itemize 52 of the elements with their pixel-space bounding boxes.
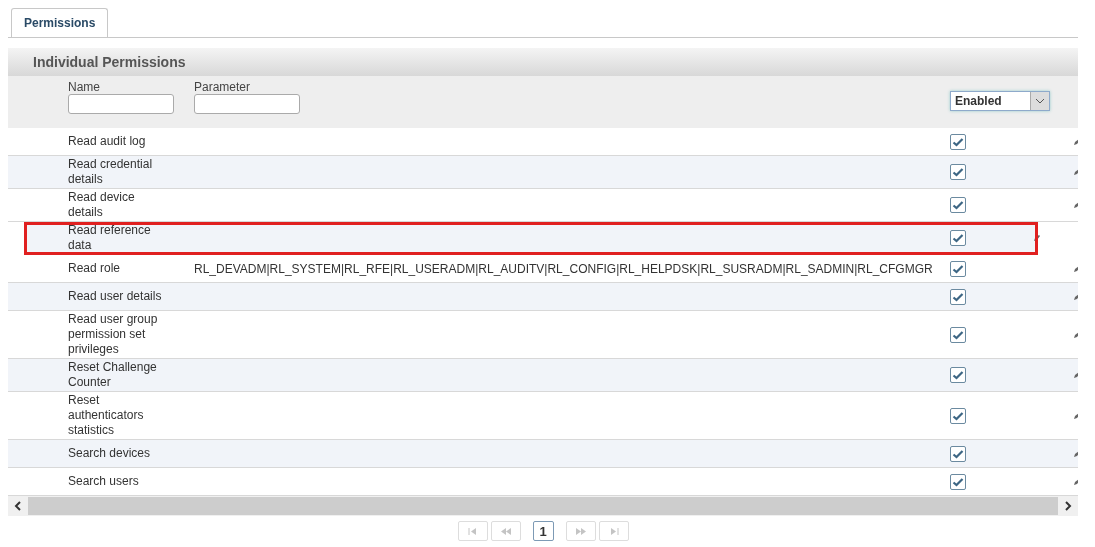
enabled-checkbox[interactable] xyxy=(950,197,966,213)
enabled-checkbox[interactable] xyxy=(950,260,966,277)
next-page-icon xyxy=(574,527,587,535)
name-filter-field[interactable] xyxy=(68,94,174,114)
permission-name: Read credential details xyxy=(68,156,154,188)
panel-title: Individual Permissions xyxy=(33,54,186,70)
permission-name: Reset Challenge Counter xyxy=(68,359,158,391)
permission-name: Read user group permission set privileges xyxy=(68,311,159,358)
enabled-checkbox[interactable] xyxy=(950,326,966,343)
pencil-icon[interactable] xyxy=(1073,264,1078,273)
permission-name: Read user details xyxy=(68,288,163,305)
enabled-checkbox[interactable] xyxy=(950,407,966,424)
permission-name: Read reference data xyxy=(68,222,152,254)
pencil-icon[interactable] xyxy=(1073,477,1078,486)
enabled-checkbox[interactable] xyxy=(950,164,966,180)
permission-name: Reset authenticators statistics xyxy=(68,392,145,439)
pencil-icon[interactable] xyxy=(1073,292,1078,301)
table-row[interactable]: Read user group permission set privileges xyxy=(8,311,1078,359)
enabled-checkbox[interactable] xyxy=(950,230,966,246)
tab[interactable]: Permissions xyxy=(11,8,109,37)
enabled-checkbox[interactable] xyxy=(950,473,966,490)
first-page-icon xyxy=(467,527,478,535)
filter-label: Name xyxy=(68,80,101,94)
permission-name: Search users xyxy=(68,473,140,490)
table-row[interactable]: Read device details xyxy=(8,189,1078,222)
enabled-checkbox[interactable] xyxy=(950,367,966,383)
permission-parameter: RL_DEVADM|RL_SYSTEM|RL_RFE|RL_USERADM|RL_AUDITV|RL_CONFIG|RL_HELPDSK|RL_SUSRADM|RL_SADMIN|RL_CFGMGR xyxy=(194,261,934,276)
status-dropdown[interactable]: Enabled xyxy=(950,91,1050,111)
table-row[interactable]: Read user details xyxy=(8,283,1078,311)
page-button[interactable]: 1 xyxy=(532,521,554,541)
pencil-icon[interactable] xyxy=(1073,137,1078,146)
pencil-icon[interactable] xyxy=(1073,411,1078,420)
caret-icon xyxy=(1030,92,1049,110)
enabled-checkbox[interactable] xyxy=(950,133,966,150)
table-row[interactable]: Reset authenticators statistics xyxy=(8,392,1078,440)
permission-name: Search devices xyxy=(68,445,152,462)
permission-name: Read device details xyxy=(68,189,136,221)
previous-page-icon xyxy=(499,527,512,535)
table-row[interactable]: Read credential details xyxy=(8,156,1078,189)
parameter-filter-field[interactable] xyxy=(194,94,300,114)
table-row[interactable]: Reset Challenge Counter xyxy=(8,359,1078,392)
table-row[interactable]: Read reference data xyxy=(24,222,1038,255)
permission-name: Read role xyxy=(68,260,122,277)
pencil-icon[interactable] xyxy=(1033,234,1041,242)
last-page-icon xyxy=(608,527,619,535)
pencil-icon[interactable] xyxy=(1073,449,1078,458)
pencil-icon[interactable] xyxy=(1073,330,1078,339)
enabled-checkbox[interactable] xyxy=(950,288,966,305)
filter-label: Parameter xyxy=(194,80,252,94)
permission-name: Read audit log xyxy=(68,133,147,150)
table-row[interactable]: Search devices xyxy=(8,440,1078,468)
enabled-checkbox[interactable] xyxy=(950,445,966,462)
